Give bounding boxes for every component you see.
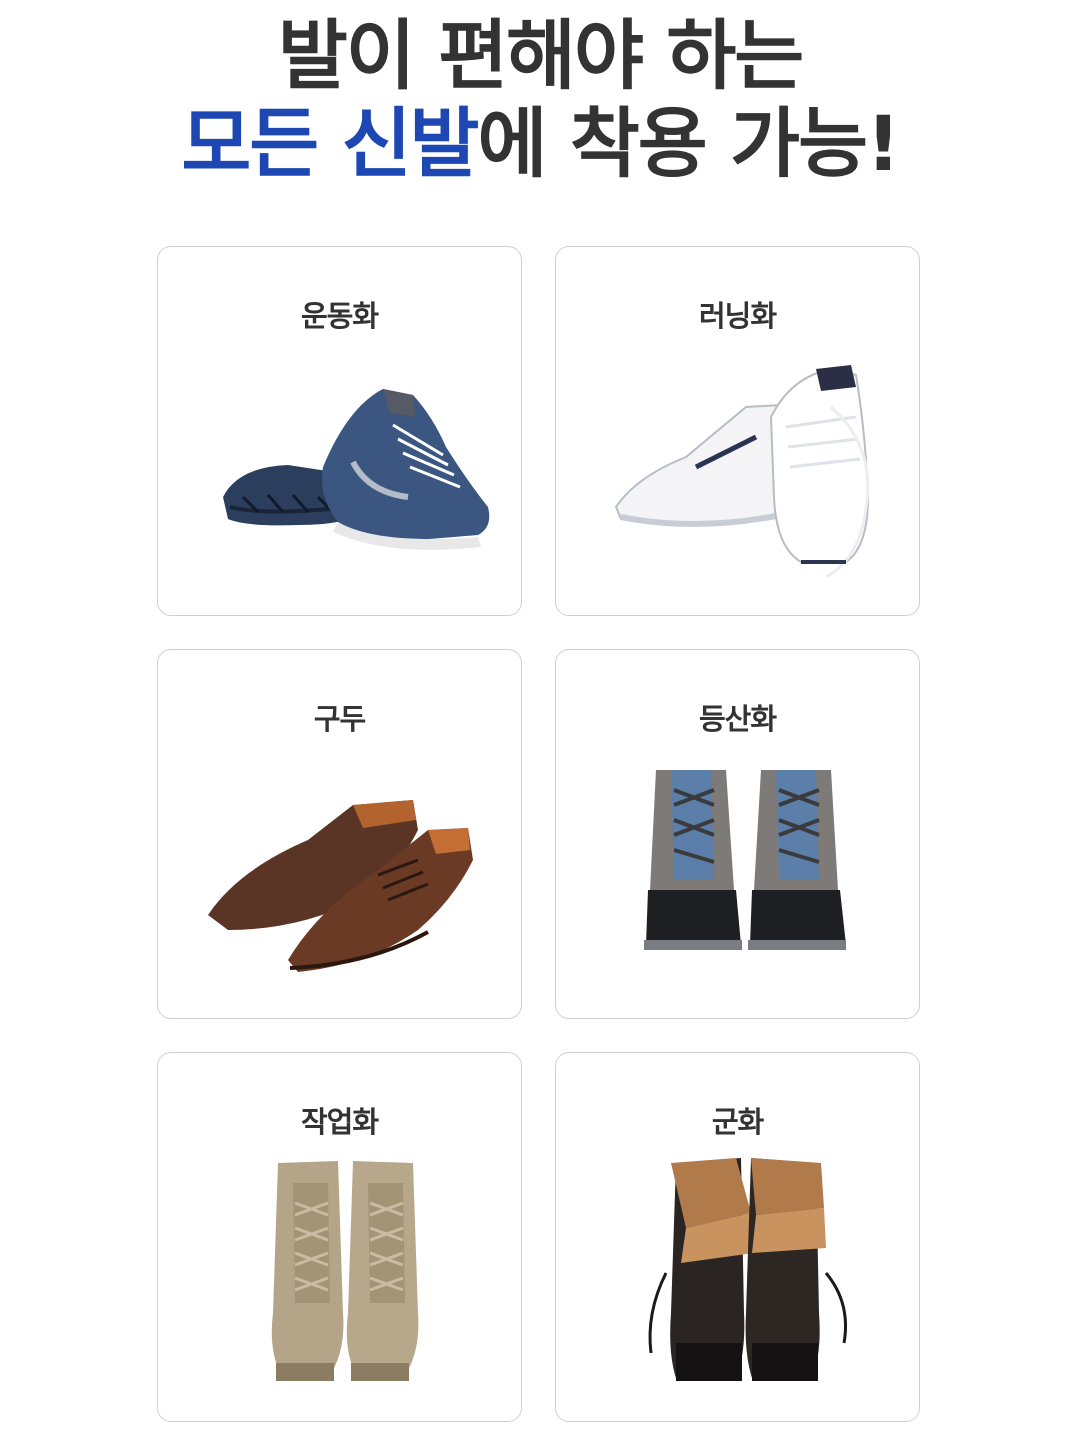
shoe-card-label: 등산화 xyxy=(698,702,777,736)
shoe-card-label: 작업화 xyxy=(300,1105,379,1139)
shoe-card-dress: 구두 xyxy=(157,649,522,1019)
headline-line-1: 발이 편해야 하는 xyxy=(277,11,804,100)
white-running-shoes-image xyxy=(614,365,870,579)
headline-rest: 에 착용 가능! xyxy=(477,99,900,188)
hiking-boots-image xyxy=(644,770,846,950)
shoe-card-work: 작업화 xyxy=(157,1052,522,1422)
black-military-boots-image xyxy=(648,1158,848,1381)
shoe-card-running: 러닝화 xyxy=(555,246,920,616)
brown-dress-shoes-image xyxy=(208,800,473,972)
shoe-card-military: 군화 xyxy=(555,1052,920,1422)
page: 발이 편해야 하는 모든 신발에 착용 가능! 운동화 러닝화 구두 등산화 작… xyxy=(0,0,1080,1440)
headline-highlight: 모든 신발 xyxy=(181,99,479,188)
shoe-card-label: 운동화 xyxy=(300,299,379,333)
shoe-card-label: 구두 xyxy=(313,702,366,736)
shoe-card-label: 러닝화 xyxy=(698,299,777,333)
shoe-type-grid: 운동화 러닝화 구두 등산화 작업화 군화 xyxy=(157,246,921,1424)
headline-line-2: 모든 신발에 착용 가능! xyxy=(0,96,1080,192)
tan-work-boots-image xyxy=(271,1161,419,1381)
navy-sneakers-image xyxy=(223,389,490,550)
shoe-card-hiking: 등산화 xyxy=(555,649,920,1019)
shoe-card-label: 군화 xyxy=(711,1105,764,1139)
shoe-card-sneakers: 운동화 xyxy=(157,246,522,616)
